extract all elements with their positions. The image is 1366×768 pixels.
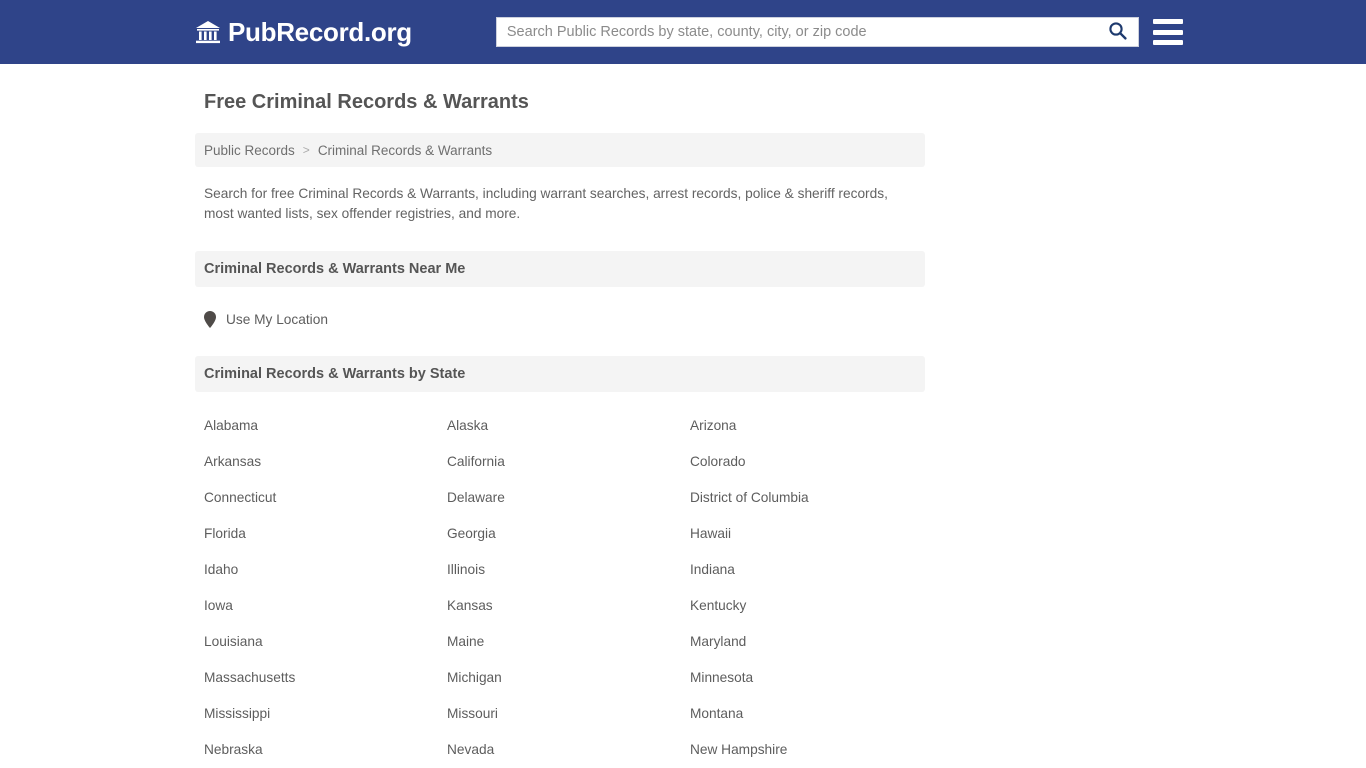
brand-name: PubRecord.org xyxy=(228,17,412,47)
search-input[interactable] xyxy=(496,18,1098,46)
state-link[interactable]: Minnesota xyxy=(690,670,933,686)
state-link[interactable]: Georgia xyxy=(447,526,690,542)
brand-logo[interactable]: PubRecord.org xyxy=(195,19,412,45)
near-me-section-heading: Criminal Records & Warrants Near Me xyxy=(195,251,925,287)
state-link[interactable]: California xyxy=(447,454,690,470)
state-link[interactable]: Connecticut xyxy=(204,490,447,506)
hamburger-bar-3 xyxy=(1152,40,1183,45)
state-link[interactable]: Maine xyxy=(447,634,690,650)
bank-icon xyxy=(195,20,221,44)
intro-text: Search for free Criminal Records & Warra… xyxy=(204,186,888,221)
breadcrumb-current: Criminal Records & Warrants xyxy=(317,142,493,158)
state-link[interactable]: Alabama xyxy=(204,418,447,434)
use-my-location-link[interactable]: Use My Location xyxy=(226,312,328,327)
state-link[interactable]: Illinois xyxy=(447,562,690,578)
state-link[interactable]: Massachusetts xyxy=(204,670,447,686)
by-state-section-heading: Criminal Records & Warrants by State xyxy=(195,356,925,392)
page-wrapper: Free Criminal Records & Warrants Public … xyxy=(0,90,1366,768)
search-icon xyxy=(1108,21,1127,43)
breadcrumb-separator-icon: > xyxy=(302,143,310,157)
state-link[interactable]: Missouri xyxy=(447,706,690,722)
state-link[interactable]: Delaware xyxy=(447,490,690,506)
hamburger-menu-button[interactable] xyxy=(1152,19,1183,45)
state-link[interactable]: Idaho xyxy=(204,562,447,578)
state-link[interactable]: Kentucky xyxy=(690,598,933,614)
map-pin-icon xyxy=(204,310,216,328)
state-link[interactable]: Nevada xyxy=(447,742,690,758)
site-header: PubRecord.org xyxy=(0,0,1366,64)
main-content: Free Criminal Records & Warrants Public … xyxy=(195,90,925,768)
search-button[interactable] xyxy=(1098,18,1138,46)
state-link[interactable]: Arkansas xyxy=(204,454,447,470)
hamburger-bar-1 xyxy=(1152,19,1183,24)
state-link[interactable]: Michigan xyxy=(447,670,690,686)
hamburger-bar-2 xyxy=(1152,29,1183,35)
state-link[interactable]: Nebraska xyxy=(204,742,447,758)
state-link[interactable]: Maryland xyxy=(690,634,933,650)
page-title: Free Criminal Records & Warrants xyxy=(204,91,529,113)
state-link[interactable]: Hawaii xyxy=(690,526,933,542)
state-link[interactable]: Mississippi xyxy=(204,706,447,722)
state-links-grid: Alabama Alaska Arizona Arkansas Californ… xyxy=(195,418,925,768)
state-link[interactable]: Arizona xyxy=(690,418,933,434)
state-link[interactable]: Alaska xyxy=(447,418,690,434)
state-link[interactable]: Iowa xyxy=(204,598,447,614)
use-my-location-row[interactable]: Use My Location xyxy=(204,309,925,329)
state-link[interactable]: New Hampshire xyxy=(690,742,933,758)
state-link[interactable]: District of Columbia xyxy=(690,490,933,506)
state-link[interactable]: Colorado xyxy=(690,454,933,470)
state-link[interactable]: Indiana xyxy=(690,562,933,578)
state-link[interactable]: Florida xyxy=(204,526,447,542)
state-link[interactable]: Montana xyxy=(690,706,933,722)
search-bar[interactable] xyxy=(495,17,1139,47)
breadcrumb: Public Records > Criminal Records & Warr… xyxy=(195,133,925,167)
breadcrumb-link-public-records[interactable]: Public Records xyxy=(204,143,295,158)
state-link[interactable]: Kansas xyxy=(447,598,690,614)
state-link[interactable]: Louisiana xyxy=(204,634,447,650)
